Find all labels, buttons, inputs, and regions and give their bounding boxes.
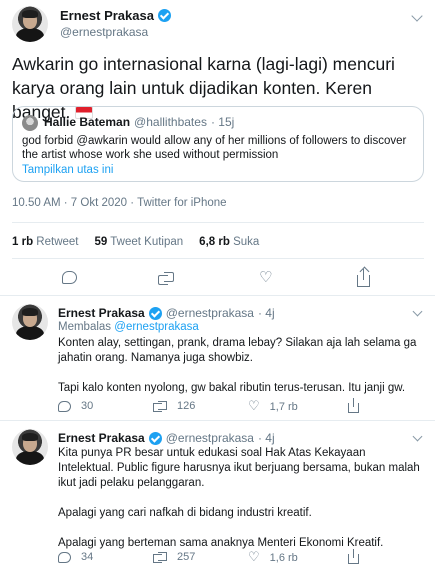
like-count: 1,6 rb xyxy=(269,551,298,564)
verified-badge-icon xyxy=(148,306,162,320)
tweet-stats: 1 rb Retweet 59 Tweet Kutipan 6,8 rb Suk… xyxy=(12,236,259,248)
like-button[interactable]: ♡ 1,6 rb xyxy=(248,551,298,564)
tweet-actions: ♡ xyxy=(0,268,435,290)
replying-to-handle[interactable]: @ernestprakasa xyxy=(114,321,199,333)
reply-header: Ernest Prakasa @ernestprakasa · 4j xyxy=(58,431,275,445)
share-button[interactable] xyxy=(348,549,359,564)
reply-button[interactable]: 30 xyxy=(58,400,93,412)
retweet-count: 257 xyxy=(177,551,196,563)
divider xyxy=(12,222,424,223)
replying-to: Membalas @ernestprakasa xyxy=(58,321,199,333)
quoted-text: god forbid @awkarin would allow any of h… xyxy=(22,135,407,161)
quoted-avatar[interactable] xyxy=(22,115,38,131)
retweets-stat[interactable]: 1 rb Retweet xyxy=(12,236,78,248)
avatar[interactable] xyxy=(12,429,48,465)
retweet-icon[interactable] xyxy=(158,272,174,285)
reply-author-name[interactable]: Ernest Prakasa xyxy=(58,431,145,445)
reply-time[interactable]: · 4j xyxy=(258,306,275,320)
like-icon[interactable]: ♡ xyxy=(248,400,260,413)
retweet-icon[interactable] xyxy=(153,401,167,412)
verified-badge-icon xyxy=(157,9,171,22)
reply-text: Konten alay, settingan, prank, drama leb… xyxy=(58,337,417,394)
quoted-time: · 15j xyxy=(210,115,235,129)
retweet-button[interactable]: 126 xyxy=(153,400,195,412)
chevron-down-icon[interactable] xyxy=(411,10,423,22)
share-icon[interactable] xyxy=(348,549,359,564)
like-icon[interactable]: ♡ xyxy=(259,270,275,286)
reply-icon[interactable] xyxy=(58,400,71,412)
reply-button[interactable]: 34 xyxy=(58,551,93,563)
avatar[interactable] xyxy=(12,304,48,340)
author-name-row[interactable]: Ernest Prakasa xyxy=(60,8,171,23)
chevron-down-icon[interactable] xyxy=(412,306,423,317)
quote-tweets-stat[interactable]: 59 Tweet Kutipan xyxy=(94,236,183,248)
reply-text: Kita punya PR besar untuk edukasi soal H… xyxy=(58,447,420,549)
like-count: 1,7 rb xyxy=(269,400,298,413)
share-button[interactable] xyxy=(348,398,359,413)
reply-author-name[interactable]: Ernest Prakasa xyxy=(58,306,145,320)
reply-author-handle[interactable]: @ernestprakasa xyxy=(166,431,254,445)
reply-count: 30 xyxy=(81,400,94,412)
share-icon[interactable] xyxy=(348,398,359,413)
quoted-header: Hallie Bateman @hallithbates · 15j xyxy=(44,115,234,129)
author-handle[interactable]: @ernestprakasa xyxy=(60,25,148,39)
reply-actions: 30 126 ♡ 1,7 rb xyxy=(58,398,424,416)
share-icon[interactable] xyxy=(357,269,370,287)
reply-time[interactable]: · 4j xyxy=(258,431,275,445)
retweet-icon[interactable] xyxy=(153,552,167,563)
reply-header: Ernest Prakasa @ernestprakasa · 4j xyxy=(58,306,275,320)
tweet-timestamp[interactable]: 10.50 AM · 7 Okt 2020 · Twitter for iPho… xyxy=(12,197,227,209)
avatar[interactable] xyxy=(12,6,48,42)
reply-tweet[interactable]: Ernest Prakasa @ernestprakasa · 4j Kita … xyxy=(0,421,435,569)
reply-icon[interactable] xyxy=(62,271,77,284)
quoted-tweet[interactable]: Hallie Bateman @hallithbates · 15j god f… xyxy=(12,106,424,182)
reply-count: 34 xyxy=(81,551,94,563)
likes-stat[interactable]: 6,8 rb Suka xyxy=(199,236,259,248)
chevron-down-icon[interactable] xyxy=(412,431,423,442)
quoted-author-name: Hallie Bateman xyxy=(44,115,131,129)
verified-badge-icon xyxy=(148,431,162,445)
like-button[interactable]: ♡ 1,7 rb xyxy=(248,400,298,413)
author-name[interactable]: Ernest Prakasa xyxy=(60,8,154,23)
reply-author-handle[interactable]: @ernestprakasa xyxy=(166,306,254,320)
reply-actions: 34 257 ♡ 1,6 rb xyxy=(58,549,424,567)
like-icon[interactable]: ♡ xyxy=(248,551,260,564)
show-thread-link[interactable]: Tampilkan utas ini xyxy=(22,164,113,176)
quoted-author-handle: @hallithbates xyxy=(134,115,207,129)
retweet-button[interactable]: 257 xyxy=(153,551,195,563)
divider xyxy=(12,258,424,259)
reply-tweet[interactable]: Ernest Prakasa @ernestprakasa · 4j Memba… xyxy=(0,296,435,417)
retweet-count: 126 xyxy=(177,400,196,412)
reply-icon[interactable] xyxy=(58,551,71,563)
